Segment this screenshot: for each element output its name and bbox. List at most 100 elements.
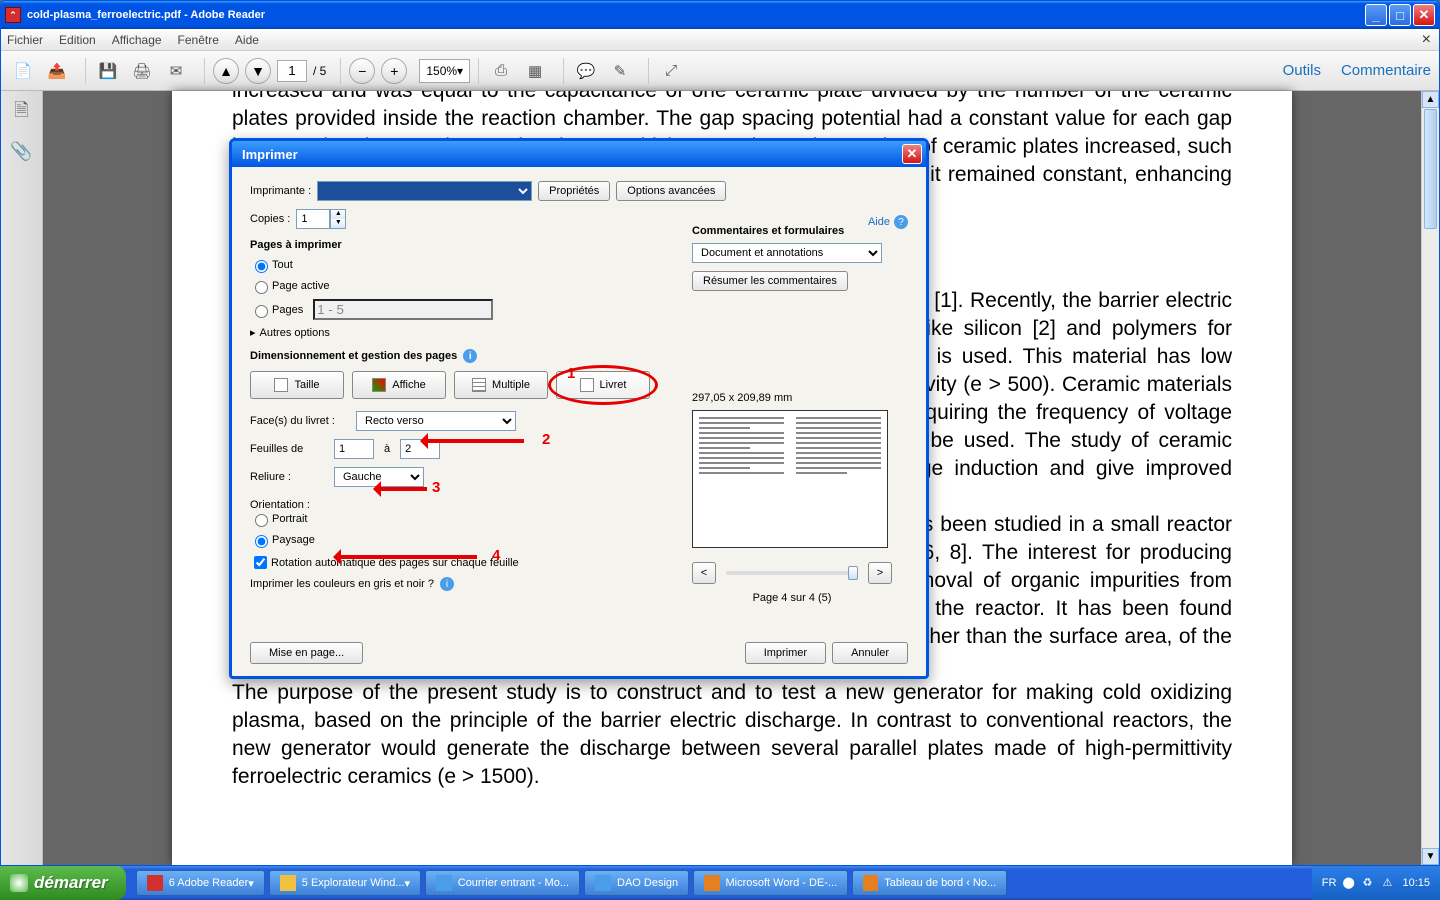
dialog-titlebar: Imprimer ✕ [232, 141, 926, 167]
menu-edit[interactable]: Edition [59, 33, 96, 47]
multiple-button[interactable]: Multiple [454, 371, 548, 399]
summarize-button[interactable]: Résumer les commentaires [692, 271, 848, 291]
comments-select[interactable]: Document et annotations [692, 243, 882, 263]
advanced-button[interactable]: Options avancées [616, 181, 726, 201]
scroll-down-icon[interactable]: ▼ [1422, 848, 1439, 865]
start-button[interactable]: démarrer [0, 866, 126, 900]
zoom-in-button[interactable]: + [381, 58, 407, 84]
preview-next-button[interactable]: > [868, 562, 892, 584]
dialog-close-button[interactable]: ✕ [902, 144, 922, 164]
scroll-thumb[interactable] [1424, 109, 1437, 229]
info-icon[interactable]: i [463, 349, 477, 363]
annotation-3: 3 [432, 479, 440, 496]
fullscreen-icon[interactable]: ⤢ [657, 57, 685, 85]
arrow-2 [424, 439, 524, 443]
system-tray[interactable]: FR ⬤ ♻ ⚠ 10:15 [1312, 866, 1440, 900]
properties-button[interactable]: Propriétés [538, 181, 610, 201]
preview-page-info: Page 4 sur 4 (5) [692, 592, 892, 604]
task-item[interactable]: DAO Design [584, 870, 689, 896]
tray-icon[interactable]: ⚠ [1382, 876, 1396, 890]
poster-button[interactable]: Affiche [352, 371, 446, 399]
arrow-3 [377, 487, 427, 491]
open-icon[interactable]: 📄 [9, 57, 37, 85]
print-preview: 297,05 x 209,89 mm < > Page 4 sur 4 (5) [692, 392, 892, 604]
titlebar: ⌃ cold-plasma_ferroelectric.pdf - Adobe … [1, 1, 1439, 29]
copies-input[interactable] [296, 209, 330, 229]
task-item[interactable]: Tableau de bord ‹ No... [852, 870, 1007, 896]
tray-icon[interactable]: ⬤ [1342, 876, 1356, 890]
page-up-button[interactable]: ▲ [213, 58, 239, 84]
copies-label: Copies : [250, 213, 290, 225]
document-close-icon[interactable]: × [1422, 31, 1431, 49]
menu-view[interactable]: Affichage [112, 33, 162, 47]
print-icon[interactable]: 🖨 [128, 57, 156, 85]
comment-link[interactable]: Commentaire [1341, 62, 1431, 79]
task-item[interactable]: 6 Adobe Reader▾ [136, 870, 265, 896]
vertical-scrollbar[interactable]: ▲ ▼ [1421, 91, 1439, 865]
arrow-4 [337, 555, 477, 559]
thumbnails-icon[interactable]: 🗎 [10, 101, 34, 125]
page-number-input[interactable] [277, 60, 307, 82]
scroll-up-icon[interactable]: ▲ [1422, 91, 1439, 108]
other-options[interactable]: Autres options [260, 327, 330, 339]
radio-active[interactable] [255, 281, 268, 294]
page-total: / 5 [313, 64, 326, 78]
sheets-from-label: Feuilles de [250, 443, 328, 455]
fit-icon[interactable]: ⎙ [487, 57, 515, 85]
radio-landscape[interactable] [255, 535, 268, 548]
annotation-2: 2 [542, 431, 550, 448]
menu-window[interactable]: Fenêtre [178, 33, 219, 47]
comments-section-title: Commentaires et formulaires [692, 225, 912, 237]
zoom-out-button[interactable]: − [349, 58, 375, 84]
sizing-section-title: Dimensionnement et gestion des pages [250, 350, 457, 362]
side-panel: 🗎 📎 [1, 91, 43, 865]
menu-file[interactable]: Fichier [7, 33, 43, 47]
highlight-icon[interactable]: ✎ [606, 57, 634, 85]
comment-icon[interactable]: 💬 [572, 57, 600, 85]
task-item[interactable]: 5 Explorateur Wind...▾ [269, 870, 421, 896]
page-down-button[interactable]: ▼ [245, 58, 271, 84]
close-button[interactable]: ✕ [1413, 4, 1435, 26]
tools-link[interactable]: Outils [1283, 62, 1321, 79]
menu-help[interactable]: Aide [235, 33, 259, 47]
printer-select[interactable] [317, 181, 532, 201]
pages-range-input[interactable] [313, 299, 493, 320]
radio-portrait[interactable] [255, 514, 268, 527]
task-item[interactable]: Courrier entrant - Mo... [425, 870, 580, 896]
toolbar: 📄 📤 💾 🖨 ✉ ▲ ▼ / 5 − + 150% ▾ ⎙ ▦ 💬 ✎ ⤢ O… [1, 51, 1439, 91]
taskbar: démarrer 6 Adobe Reader▾ 5 Explorateur W… [0, 866, 1440, 900]
minimize-button[interactable]: _ [1365, 4, 1387, 26]
preview-dimensions: 297,05 x 209,89 mm [692, 392, 892, 404]
preview-prev-button[interactable]: < [692, 562, 716, 584]
clock[interactable]: 10:15 [1402, 877, 1430, 889]
info-icon[interactable]: i [440, 577, 454, 591]
maximize-button[interactable]: □ [1389, 4, 1411, 26]
task-item[interactable]: Microsoft Word - DE-... [693, 870, 848, 896]
preview-box [692, 410, 888, 548]
attachments-icon[interactable]: 📎 [10, 139, 34, 163]
page-icon[interactable]: ▦ [521, 57, 549, 85]
radio-all[interactable] [255, 260, 268, 273]
language-indicator[interactable]: FR [1322, 877, 1337, 889]
printer-label: Imprimante : [250, 185, 311, 197]
cancel-button[interactable]: Annuler [832, 642, 908, 664]
checkbox-autorotate[interactable] [254, 556, 267, 569]
window-title: cold-plasma_ferroelectric.pdf - Adobe Re… [27, 9, 265, 21]
bw-label: Imprimer les couleurs en gris et noir ? [250, 578, 434, 590]
size-button[interactable]: Taille [250, 371, 344, 399]
spinner-up[interactable]: ▲ [331, 210, 345, 219]
export-icon[interactable]: 📤 [43, 57, 71, 85]
save-icon[interactable]: 💾 [94, 57, 122, 85]
print-button[interactable]: Imprimer [745, 642, 826, 664]
face-label: Face(s) du livret : [250, 415, 350, 427]
spinner-down[interactable]: ▼ [331, 219, 345, 228]
sheets-from-input[interactable] [334, 439, 374, 459]
face-select[interactable]: Recto verso [356, 411, 516, 431]
page-setup-button[interactable]: Mise en page... [250, 642, 363, 664]
binding-label: Reliure : [250, 471, 328, 483]
radio-pages[interactable] [255, 305, 268, 318]
zoom-level[interactable]: 150% ▾ [419, 59, 470, 83]
mail-icon[interactable]: ✉ [162, 57, 190, 85]
preview-slider[interactable] [726, 571, 858, 575]
tray-icon[interactable]: ♻ [1362, 876, 1376, 890]
